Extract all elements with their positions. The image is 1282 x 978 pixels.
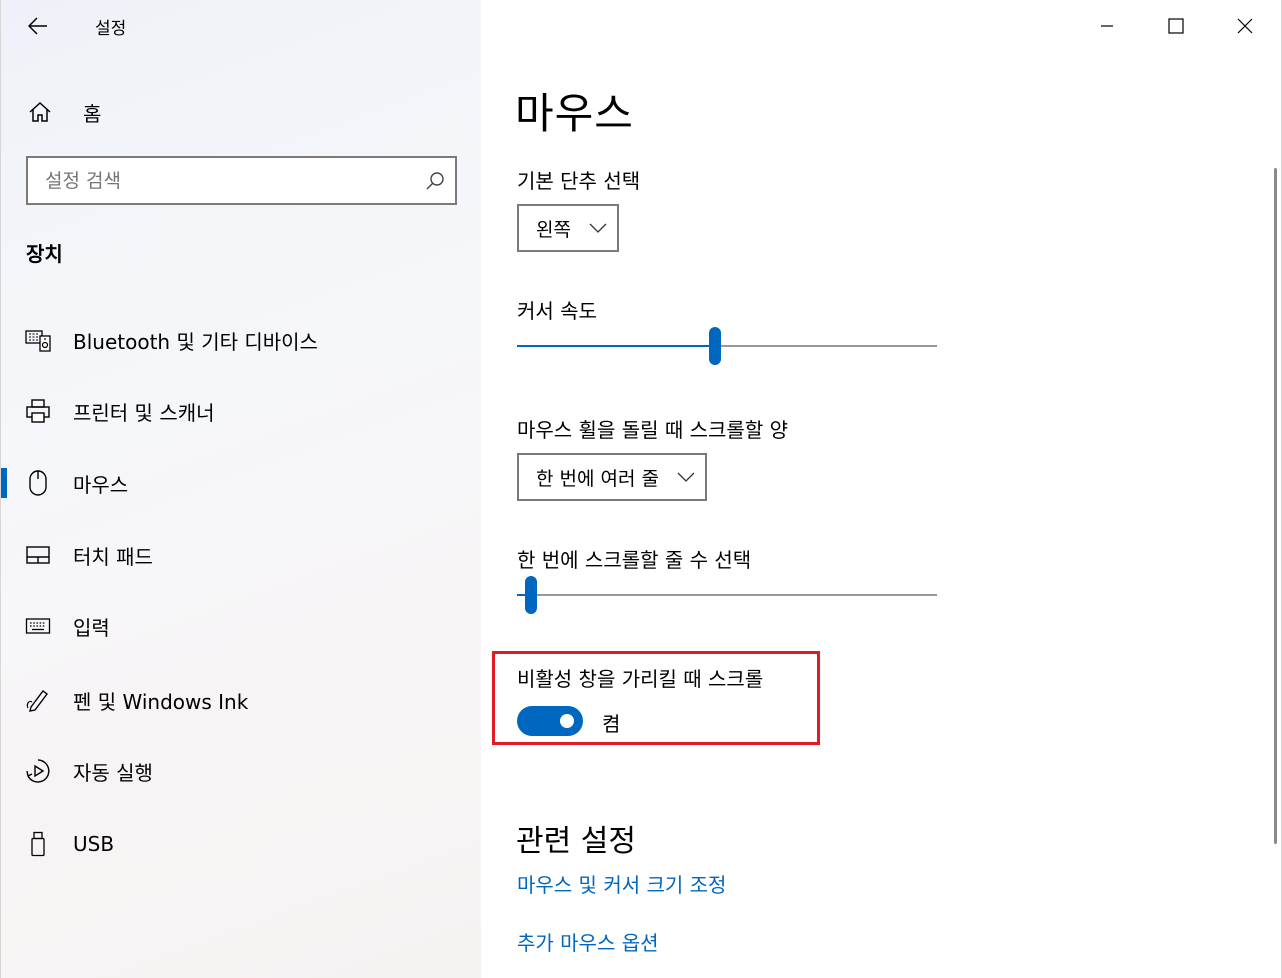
dropdown-value: 한 번에 여러 줄 <box>536 467 659 490</box>
wheel-scroll-label: 마우스 휠을 돌릴 때 스크롤할 양 <box>517 418 788 442</box>
primary-button-dropdown[interactable]: 왼쪽 <box>517 204 619 252</box>
sidebar-item-pen[interactable]: 펜 및 Windows Ink <box>1 672 482 728</box>
home-icon <box>25 101 55 123</box>
additional-mouse-options-link[interactable]: 추가 마우스 옵션 <box>517 927 659 956</box>
sidebar-item-label: USB <box>73 832 115 856</box>
scrollbar[interactable] <box>1274 168 1277 844</box>
mouse-icon <box>23 468 53 498</box>
sidebar-item-label: 프린터 및 스캐너 <box>73 400 215 425</box>
slider-thumb[interactable] <box>708 327 721 365</box>
page-title: 마우스 <box>515 89 634 138</box>
sidebar-item-mouse[interactable]: 마우스 <box>1 455 482 511</box>
search-input[interactable] <box>28 157 415 204</box>
mouse-cursor-size-link[interactable]: 마우스 및 커서 크기 조정 <box>517 869 726 898</box>
usb-icon <box>23 829 53 859</box>
selection-indicator <box>1 468 7 498</box>
close-icon <box>1237 18 1253 34</box>
sidebar-item-home[interactable]: 홈 <box>25 92 465 132</box>
sidebar-item-touchpad[interactable]: 터치 패드 <box>1 527 482 583</box>
back-arrow-icon <box>28 17 47 35</box>
sidebar-item-bluetooth[interactable]: Bluetooth 및 기타 디바이스 <box>1 312 482 368</box>
sidebar-item-typing[interactable]: 입력 <box>1 598 482 654</box>
section-title: 장치 <box>26 242 63 266</box>
sidebar-item-label: Bluetooth 및 기타 디바이스 <box>73 329 318 354</box>
touchpad-icon <box>23 540 53 570</box>
sidebar-item-label: 입력 <box>73 615 110 640</box>
maximize-button[interactable] <box>1153 10 1199 42</box>
slider-fill <box>517 345 715 347</box>
sidebar-item-usb[interactable]: USB <box>1 816 482 872</box>
bluetooth-devices-icon <box>23 325 53 355</box>
primary-button-label: 기본 단추 선택 <box>517 169 641 193</box>
lines-per-scroll-slider[interactable] <box>517 576 937 616</box>
sidebar-item-label: 펜 및 Windows Ink <box>73 689 249 714</box>
pen-icon <box>23 685 53 715</box>
sidebar-item-printers[interactable]: 프린터 및 스캐너 <box>1 383 482 439</box>
home-label: 홈 <box>83 101 102 126</box>
minimize-button[interactable] <box>1084 10 1130 42</box>
printer-icon <box>23 396 53 426</box>
search-icon[interactable] <box>415 171 455 191</box>
inactive-scroll-label: 비활성 창을 가리킬 때 스크롤 <box>517 667 764 691</box>
chevron-down-icon <box>589 223 607 233</box>
toggle-state-label: 켬 <box>602 712 621 736</box>
cursor-speed-slider[interactable] <box>517 327 937 367</box>
dropdown-value: 왼쪽 <box>536 218 571 241</box>
lines-per-scroll-label: 한 번에 스크롤할 줄 수 선택 <box>517 548 752 572</box>
related-settings-title: 관련 설정 <box>516 824 636 859</box>
autoplay-icon <box>23 756 53 786</box>
maximize-icon <box>1168 18 1184 34</box>
slider-thumb[interactable] <box>525 576 538 614</box>
minimize-icon <box>1101 25 1113 27</box>
sidebar: 설정 홈 장치 Bluetooth 및 <box>0 0 481 978</box>
slider-track <box>517 594 937 596</box>
sidebar-item-label: 마우스 <box>73 472 129 497</box>
inactive-scroll-toggle[interactable] <box>517 706 583 736</box>
sidebar-item-autoplay[interactable]: 자동 실행 <box>1 743 482 799</box>
search-box <box>26 156 457 205</box>
sidebar-item-label: 자동 실행 <box>73 760 153 785</box>
cursor-speed-label: 커서 속도 <box>517 299 597 323</box>
toggle-knob <box>560 714 574 728</box>
sidebar-item-label: 터치 패드 <box>73 544 153 569</box>
chevron-down-icon <box>677 472 695 482</box>
close-button[interactable] <box>1222 10 1268 42</box>
wheel-scroll-dropdown[interactable]: 한 번에 여러 줄 <box>517 453 707 501</box>
back-button[interactable] <box>23 12 53 40</box>
keyboard-icon <box>23 611 53 641</box>
app-title: 설정 <box>95 19 127 39</box>
